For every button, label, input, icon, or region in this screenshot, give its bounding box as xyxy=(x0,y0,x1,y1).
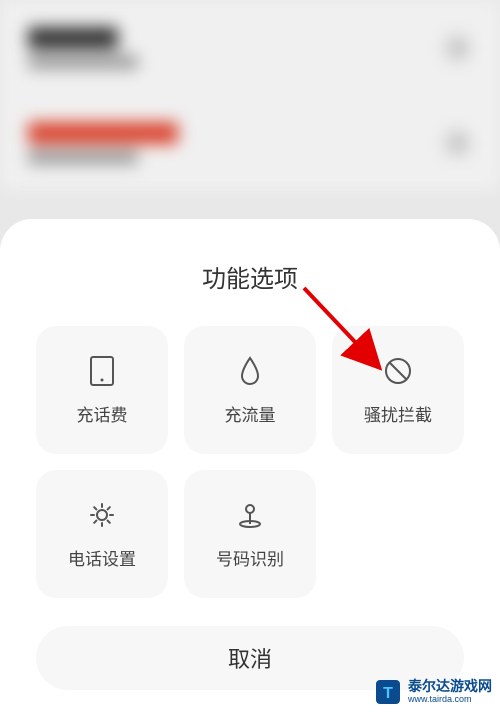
chevron-right-icon xyxy=(442,33,472,63)
option-recharge-phone[interactable]: 充话费 xyxy=(36,326,168,454)
watermark-url: www.tairda.com xyxy=(408,695,492,705)
sheet-title: 功能选项 xyxy=(36,259,464,294)
options-sheet: 功能选项 充话费 充流量 xyxy=(0,219,500,714)
option-label: 骚扰拦截 xyxy=(364,401,432,426)
pin-icon xyxy=(234,499,266,531)
watermark-name: 泰尔达游戏网 xyxy=(408,679,492,694)
option-label: 充流量 xyxy=(225,401,276,426)
option-label: 号码识别 xyxy=(216,545,284,570)
droplet-icon xyxy=(234,355,266,387)
block-icon xyxy=(382,355,414,387)
options-grid: 充话费 充流量 骚扰拦截 xyxy=(36,326,464,598)
option-number-id[interactable]: 号码识别 xyxy=(184,470,316,598)
option-block-spam[interactable]: 骚扰拦截 xyxy=(332,326,464,454)
svg-text:T: T xyxy=(383,685,393,702)
tablet-icon xyxy=(86,355,118,387)
watermark: T 泰尔达游戏网 www.tairda.com xyxy=(374,678,492,706)
option-recharge-data[interactable]: 充流量 xyxy=(184,326,316,454)
option-phone-settings[interactable]: 电话设置 xyxy=(36,470,168,598)
gear-icon xyxy=(86,499,118,531)
bg-list-item xyxy=(0,0,500,95)
option-label: 电话设置 xyxy=(68,545,136,570)
chevron-right-icon xyxy=(442,128,472,158)
watermark-logo-icon: T xyxy=(374,678,402,706)
bg-list-item xyxy=(0,95,500,190)
option-label: 充话费 xyxy=(77,401,128,426)
